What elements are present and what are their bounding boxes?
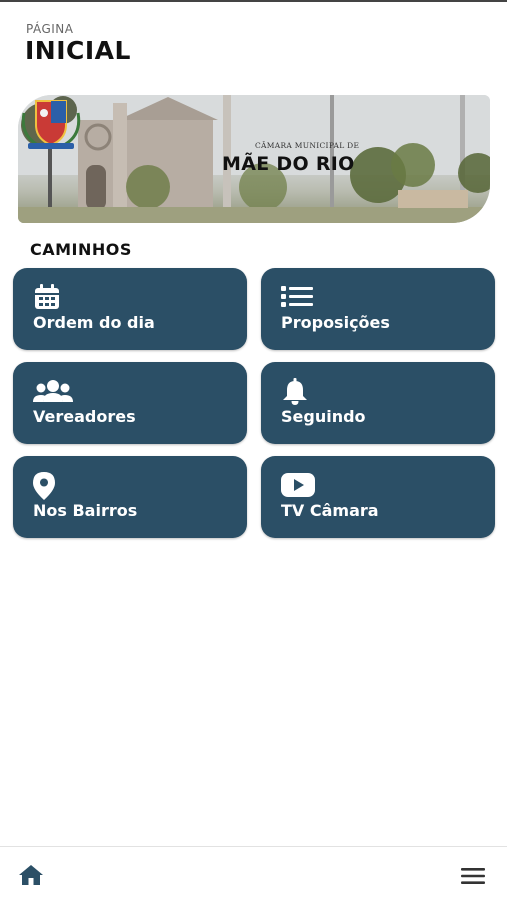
tile-label: Ordem do dia bbox=[33, 313, 155, 332]
tile-nos-bairros[interactable]: Nos Bairros bbox=[13, 456, 247, 538]
list-icon bbox=[281, 286, 313, 307]
tile-seguindo[interactable]: Seguindo bbox=[261, 362, 495, 444]
map-pin-icon bbox=[33, 472, 55, 500]
section-title: CAMINHOS bbox=[30, 240, 132, 259]
page-title: INICIAL bbox=[25, 36, 131, 65]
home-icon[interactable] bbox=[19, 864, 43, 886]
users-icon bbox=[33, 380, 73, 402]
tile-proposicoes[interactable]: Proposições bbox=[261, 268, 495, 350]
tile-label: Vereadores bbox=[33, 407, 136, 426]
calendar-icon bbox=[35, 284, 59, 309]
tile-label: TV Câmara bbox=[281, 501, 379, 520]
tile-label: Seguindo bbox=[281, 407, 366, 426]
banner-subtitle: CÂMARA MUNICIPAL DE bbox=[255, 141, 360, 150]
tile-ordem-do-dia[interactable]: Ordem do dia bbox=[13, 268, 247, 350]
bell-icon bbox=[283, 378, 307, 405]
top-border bbox=[0, 0, 507, 2]
tile-label: Nos Bairros bbox=[33, 501, 138, 520]
hamburger-menu-icon[interactable] bbox=[461, 868, 485, 884]
tile-vereadores[interactable]: Vereadores bbox=[13, 362, 247, 444]
header-banner: CÂMARA MUNICIPAL DE MÃE DO RIO bbox=[18, 95, 490, 223]
page-kicker: PÁGINA bbox=[26, 22, 74, 36]
tile-label: Proposições bbox=[281, 313, 390, 332]
banner-title: MÃE DO RIO bbox=[222, 153, 355, 175]
bottom-navigation bbox=[0, 846, 507, 901]
tile-tv-camara[interactable]: TV Câmara bbox=[261, 456, 495, 538]
youtube-icon bbox=[281, 473, 315, 497]
crest-logo bbox=[21, 100, 81, 149]
